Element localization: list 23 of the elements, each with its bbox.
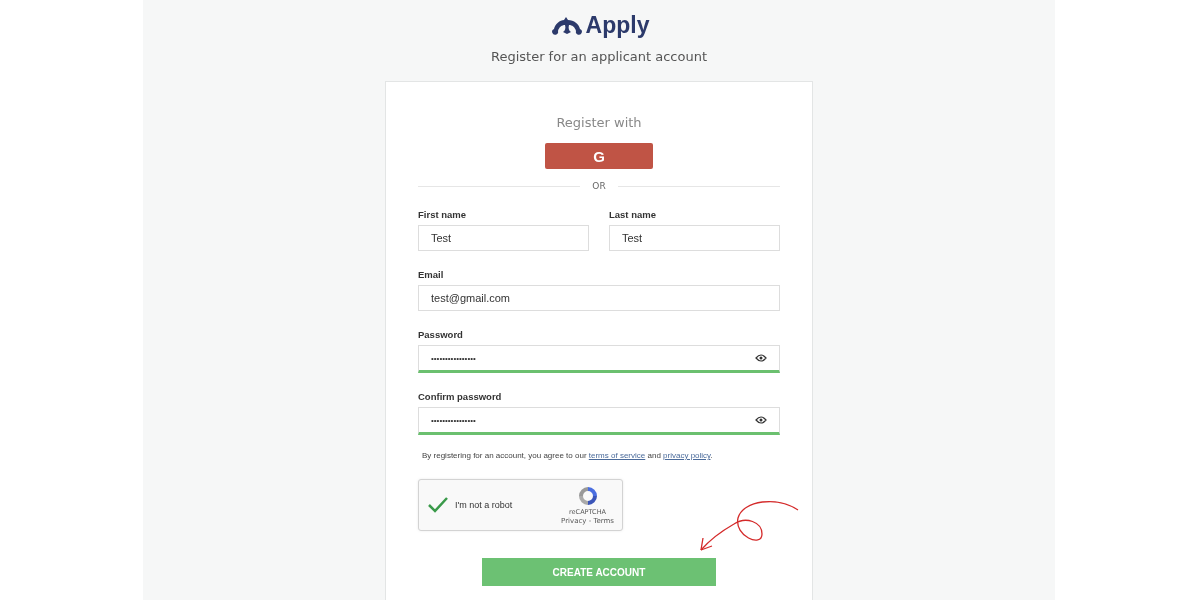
captcha-label: I'm not a robot [455, 500, 514, 510]
logo-text: Apply [585, 12, 650, 39]
field-label: Password [418, 329, 464, 340]
register-with-heading: Register with [555, 115, 643, 130]
password-field[interactable]: •••••••••••••••• [418, 345, 780, 373]
field-label: Email [418, 269, 445, 280]
recaptcha-icon [576, 485, 599, 507]
input-field[interactable]: Test [609, 225, 780, 251]
eye-icon[interactable] [755, 354, 767, 362]
privacy-link[interactable]: privacy policy [663, 451, 711, 460]
input-field[interactable]: test@gmail.com [418, 285, 780, 311]
field-label: First name [418, 209, 468, 220]
google-button[interactable]: G [545, 143, 653, 169]
checkmark-icon[interactable] [427, 496, 449, 514]
terms-link[interactable]: terms of service [588, 451, 646, 460]
page-subtitle: Register for an applicant account [490, 49, 708, 64]
or-divider-label: OR [592, 181, 606, 191]
password-field[interactable]: •••••••••••••••• [418, 407, 780, 435]
input-field[interactable]: Test [418, 225, 589, 251]
field-label: Last name [609, 209, 657, 220]
terms-text: By registering for an account, you agree to our terms of service and privacy policy. [421, 451, 714, 460]
eye-icon[interactable] [755, 416, 767, 424]
field-label: Confirm password [418, 391, 503, 402]
